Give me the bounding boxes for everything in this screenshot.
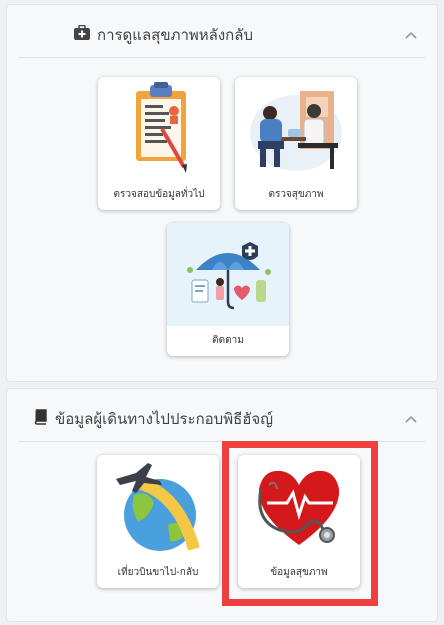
card-label: เที่ยวบินขาไป-กลับ <box>117 567 199 578</box>
selection-highlight-frame <box>222 441 378 606</box>
card-label: ตรวจสอบข้อมูลทั่วไป <box>113 189 205 200</box>
medical-kit-icon <box>73 24 91 45</box>
panel-title-wrap: ข้อมูลผู้เดินทางไปประกอบพิธีฮัจญ์ <box>33 407 273 431</box>
flight-info-card[interactable]: เที่ยวบินขาไป-กลับ <box>97 455 219 588</box>
section-title: การดูแลสุขภาพหลังกลับ <box>97 26 253 44</box>
general-info-card[interactable]: ตรวจสอบข้อมูลทั่วไป <box>98 77 220 210</box>
panel-title-wrap: การดูแลสุขภาพหลังกลับ <box>73 23 253 47</box>
doctor-consultation-icon <box>235 77 357 180</box>
clipboard-checklist-icon <box>98 77 220 180</box>
book-icon <box>33 409 49 429</box>
chevron-up-icon[interactable] <box>403 411 419 427</box>
airplane-globe-icon <box>97 455 219 558</box>
health-protection-umbrella-icon <box>167 223 289 326</box>
health-check-card[interactable]: ตรวจสุขภาพ <box>235 77 357 210</box>
follow-up-card[interactable]: ติดตาม <box>167 223 289 356</box>
card-label: ติดตาม <box>212 335 244 346</box>
panel-header[interactable]: การดูแลสุขภาพหลังกลับ <box>19 13 425 58</box>
health-care-after-return-panel: การดูแลสุขภาพหลังกลับ ตรวจสอบข้อมูลทั่วไ… <box>6 4 438 382</box>
chevron-up-icon[interactable] <box>403 27 419 43</box>
section-title: ข้อมูลผู้เดินทางไปประกอบพิธีฮัจญ์ <box>55 410 273 428</box>
panel-header[interactable]: ข้อมูลผู้เดินทางไปประกอบพิธีฮัจญ์ <box>19 397 425 442</box>
card-label: ตรวจสุขภาพ <box>268 189 324 200</box>
